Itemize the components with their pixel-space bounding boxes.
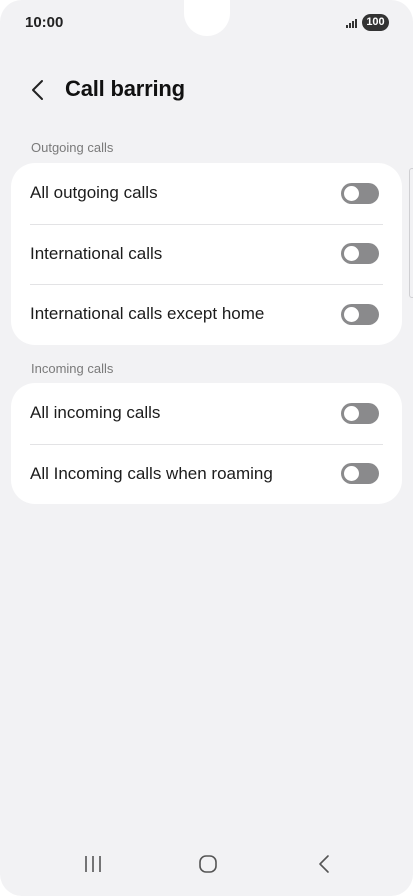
toggle-switch[interactable] (341, 402, 379, 424)
toggle-knob (344, 246, 359, 262)
screen: 10:00 100 Call barring Outgoing calls Al… (0, 0, 413, 896)
navigation-bar (0, 840, 413, 896)
list-item-all-outgoing-calls[interactable]: All outgoing calls (11, 163, 402, 224)
list-item-label: All outgoing calls (30, 183, 158, 203)
toggle-switch[interactable] (341, 463, 379, 485)
home-icon (199, 855, 217, 873)
list-item-international-except-home[interactable]: International calls except home (11, 284, 402, 345)
nav-back-button[interactable] (306, 852, 342, 876)
toggle-switch[interactable] (341, 303, 379, 325)
list-item-label: International calls except home (30, 304, 265, 324)
toggle-switch[interactable] (341, 182, 379, 204)
list-item-label: International calls (30, 243, 163, 263)
home-button[interactable] (190, 852, 226, 876)
header: Call barring (0, 70, 413, 110)
chevron-left-icon (32, 80, 43, 100)
back-icon (319, 855, 329, 873)
status-bar: 10:00 100 (0, 0, 413, 46)
list-item-all-incoming-calls[interactable]: All incoming calls (11, 383, 402, 444)
status-time: 10:00 (25, 14, 64, 31)
recent-apps-button[interactable] (75, 852, 111, 876)
camera-notch (184, 0, 230, 36)
scroll-indicator[interactable] (409, 168, 413, 298)
toggle-knob (344, 405, 359, 421)
list-item-label: All Incoming calls when roaming (30, 463, 273, 483)
page-title: Call barring (65, 76, 185, 101)
back-button[interactable] (24, 76, 52, 104)
toggle-knob (344, 306, 359, 322)
toggle-switch[interactable] (341, 243, 379, 265)
section-label-outgoing: Outgoing calls (31, 140, 114, 155)
list-item-label: All incoming calls (30, 403, 161, 423)
section-label-incoming: Incoming calls (31, 361, 114, 376)
card-incoming-calls: All incoming calls All Incoming calls wh… (11, 383, 402, 504)
battery-badge: 100 (362, 14, 389, 31)
signal-bars-icon (346, 16, 358, 28)
card-outgoing-calls: All outgoing calls International calls I… (11, 163, 402, 345)
toggle-knob (344, 185, 359, 201)
toggle-knob (344, 466, 359, 482)
list-item-international-calls[interactable]: International calls (11, 223, 402, 285)
recent-apps-icon (85, 856, 101, 872)
list-item-incoming-when-roaming[interactable]: All Incoming calls when roaming (11, 443, 402, 505)
